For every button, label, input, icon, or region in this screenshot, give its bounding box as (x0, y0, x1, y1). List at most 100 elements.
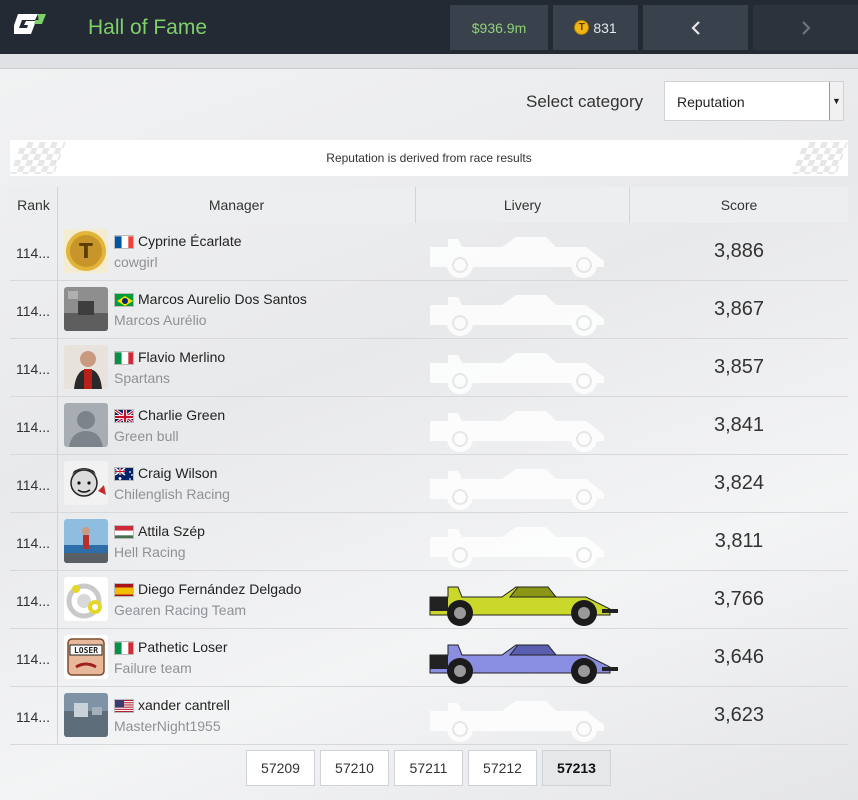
country-flag-icon (114, 235, 134, 249)
column-header-rank[interactable]: Rank (10, 187, 58, 223)
score-value: 3,857 (713, 356, 765, 378)
manager-name[interactable]: Cyprine Écarlate (138, 233, 242, 249)
score-value: 3,824 (713, 472, 765, 494)
score-value: 3,886 (713, 240, 765, 262)
page-title: Hall of Fame (88, 16, 208, 39)
table-row[interactable]: 114... LOSER Pathetic Loser Failure team 3,6… (10, 629, 848, 687)
livery-car-image (422, 457, 624, 511)
manager-avatar[interactable] (64, 519, 108, 563)
livery-car-image (422, 573, 624, 627)
manager-avatar[interactable] (64, 287, 108, 331)
table-row[interactable]: 114... Attila Szép Hell Racing 3,811 (10, 513, 848, 571)
rank-cell: 114... (10, 629, 58, 686)
checkered-flag-icon (792, 142, 848, 174)
country-flag-icon (114, 293, 134, 307)
country-flag-icon (114, 641, 134, 655)
table-row[interactable]: 114... T Cyprine Écarlate cowgirl 3,886 (10, 223, 848, 281)
table-row[interactable]: 114... xander cantrell MasterNight1955 3,62… (10, 687, 848, 745)
manager-avatar[interactable] (64, 693, 108, 737)
rank-cell: 114... (10, 571, 58, 628)
manager-avatar[interactable]: T (64, 229, 108, 273)
table-row[interactable]: 114... Flavio Merlino Spartans 3,857 (10, 339, 848, 397)
score-value: 3,811 (714, 530, 764, 552)
svg-text:T: T (79, 239, 93, 263)
manager-name[interactable]: Marcos Aurelio Dos Santos (138, 291, 307, 307)
column-header-score[interactable]: Score (630, 187, 848, 223)
money-button[interactable]: $936.9m (450, 5, 548, 50)
rank-cell: 114... (10, 687, 58, 744)
page-button[interactable]: 57212 (468, 750, 537, 786)
page-button[interactable]: 57209 (246, 750, 315, 786)
leaderboard-table: 114... T Cyprine Écarlate cowgirl 3,886 114..… (10, 223, 848, 745)
table-row[interactable]: 114... Craig Wilson Chilenglish Racing 3,82… (10, 455, 848, 513)
manager-name[interactable]: Pathetic Loser (138, 639, 228, 655)
team-name[interactable]: cowgirl (114, 254, 158, 270)
checkered-flag-icon (10, 142, 66, 174)
forward-button[interactable] (753, 5, 858, 50)
manager-avatar[interactable] (64, 403, 108, 447)
rank-cell: 114... (10, 281, 58, 338)
category-info-bar: Reputation is derived from race results (10, 140, 848, 176)
token-coin-icon: T (574, 20, 590, 35)
team-name[interactable]: Marcos Aurélio (114, 312, 207, 328)
livery-car-image (422, 225, 624, 279)
page-button[interactable]: 57211 (394, 750, 463, 786)
back-button[interactable] (643, 5, 748, 50)
category-label: Select category (526, 92, 644, 111)
column-header-manager[interactable]: Manager (58, 187, 416, 223)
team-name[interactable]: Chilenglish Racing (114, 486, 230, 502)
manager-name[interactable]: Flavio Merlino (138, 349, 225, 365)
page-button[interactable]: 57213 (542, 750, 611, 786)
livery-car-image (422, 631, 624, 685)
manager-name[interactable]: Attila Szép (138, 523, 205, 539)
table-row[interactable]: 114... Charlie Green Green bull 3,841 (10, 397, 848, 455)
rank-cell: 114... (10, 513, 58, 570)
livery-car-image (422, 515, 624, 569)
livery-car-image (422, 689, 624, 743)
top-bar: Hall of Fame $936.9m T 831 (0, 0, 858, 54)
manager-avatar[interactable] (64, 345, 108, 389)
manager-name[interactable]: Charlie Green (138, 407, 225, 423)
chevron-left-icon (690, 20, 700, 35)
pagination: 57209 57210 57211 57212 57213 (246, 750, 611, 786)
manager-avatar[interactable]: LOSER (64, 635, 108, 679)
score-value: 3,841 (713, 414, 765, 436)
page-button[interactable]: 57210 (320, 750, 389, 786)
category-selected-value: Reputation (677, 94, 745, 110)
category-select[interactable]: Reputation ▼ (664, 81, 844, 121)
table-row[interactable]: 114... Marcos Aurelio Dos Santos Marcos Au… (10, 281, 848, 339)
manager-avatar[interactable] (64, 461, 108, 505)
livery-car-image (422, 341, 624, 395)
dropdown-arrow-icon[interactable]: ▼ (829, 82, 843, 120)
table-row[interactable]: 114... Diego Fernández Delgado Gearen Raci… (10, 571, 848, 629)
team-name[interactable]: Spartans (114, 370, 170, 386)
country-flag-icon (114, 699, 134, 713)
team-name[interactable]: Hell Racing (114, 544, 186, 560)
rank-cell: 114... (10, 223, 58, 280)
manager-name[interactable]: Craig Wilson (138, 465, 217, 481)
column-header-livery[interactable]: Livery (416, 187, 630, 223)
tokens-count: 831 (593, 19, 617, 36)
score-value: 3,867 (713, 298, 765, 320)
score-value: 3,623 (713, 704, 765, 726)
tokens-button[interactable]: T 831 (553, 5, 638, 50)
team-name[interactable]: Failure team (114, 660, 192, 676)
score-value: 3,646 (713, 646, 765, 668)
chevron-right-icon (801, 20, 811, 35)
team-name[interactable]: Gearen Racing Team (114, 602, 246, 618)
team-name[interactable]: Green bull (114, 428, 179, 444)
manager-avatar[interactable] (64, 577, 108, 621)
country-flag-icon (114, 583, 134, 597)
team-name[interactable]: MasterNight1955 (114, 718, 221, 734)
rank-cell: 114... (10, 339, 58, 396)
rank-cell: 114... (10, 397, 58, 454)
livery-car-image (422, 399, 624, 453)
country-flag-icon (114, 525, 134, 539)
manager-name[interactable]: xander cantrell (138, 697, 230, 713)
gp-logo-icon[interactable] (14, 10, 50, 42)
table-header: Rank Manager Livery Score (10, 187, 848, 223)
country-flag-icon (114, 409, 134, 423)
country-flag-icon (114, 467, 134, 481)
country-flag-icon (114, 351, 134, 365)
manager-name[interactable]: Diego Fernández Delgado (138, 581, 301, 597)
